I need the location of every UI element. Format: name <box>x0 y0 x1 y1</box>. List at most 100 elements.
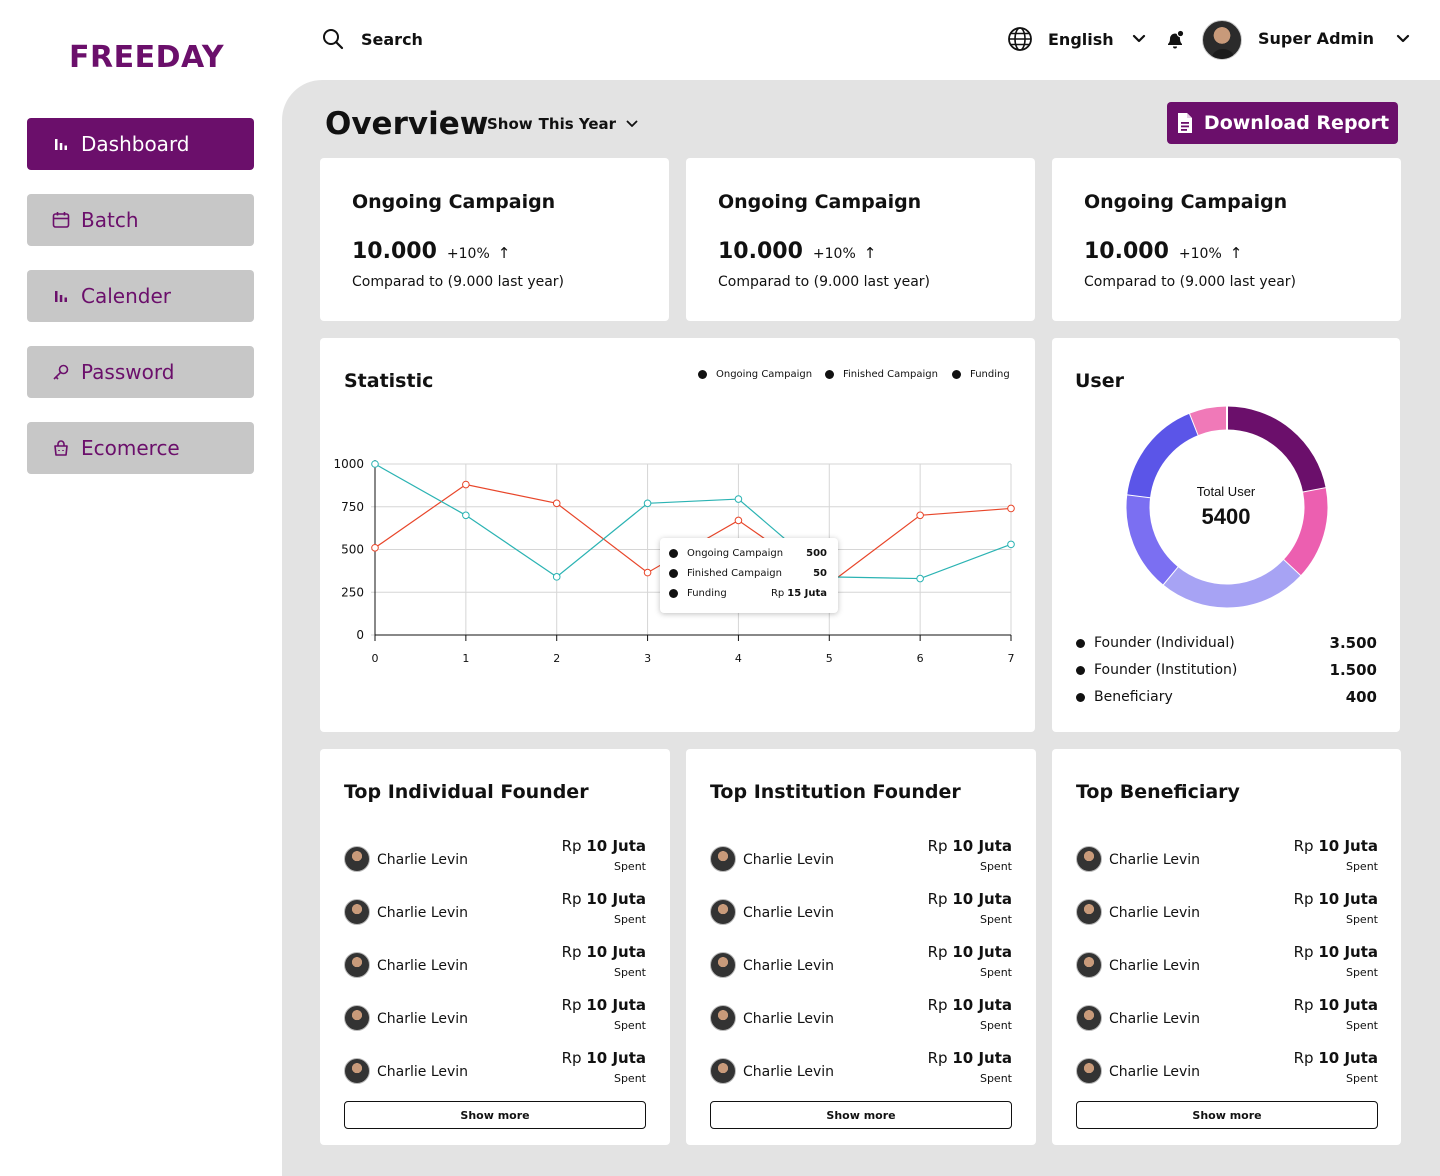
amount-value: 10 Juta <box>1318 1049 1378 1067</box>
avatar <box>1076 1005 1102 1031</box>
search-box[interactable]: Search <box>322 28 423 50</box>
chevron-down-icon <box>1132 34 1146 44</box>
list-item[interactable]: Charlie Levin Rp 10 Juta Spent <box>710 943 1012 983</box>
y-tick-label: 500 <box>341 543 364 557</box>
kpi-value-row: 10.000 +10% ↑ <box>1084 239 1242 264</box>
sidebar-item-dashboard[interactable]: Dashboard <box>27 118 254 170</box>
kpi-value-row: 10.000 +10% ↑ <box>718 239 876 264</box>
show-more-button[interactable]: Show more <box>1076 1101 1378 1129</box>
list-item[interactable]: Charlie Levin Rp 10 Juta Spent <box>710 890 1012 930</box>
amount-prefix: Rp <box>927 1049 948 1067</box>
show-more-button[interactable]: Show more <box>710 1101 1012 1129</box>
data-point <box>371 543 379 552</box>
list-item-amount: Rp 10 Juta <box>562 943 646 961</box>
kpi-card: Ongoing Campaign 10.000 +10% ↑ Comparad … <box>320 158 669 321</box>
amount-prefix: Rp <box>561 837 582 855</box>
list-item-amount: Rp 10 Juta <box>562 837 646 855</box>
bar-chart-icon <box>52 135 70 153</box>
y-tick-label: 750 <box>341 500 364 514</box>
list-item[interactable]: Charlie Levin Rp 10 Juta Spent <box>1076 890 1378 930</box>
amount-value: 10 Juta <box>952 837 1012 855</box>
data-point <box>1007 540 1015 549</box>
tooltip-value: 500 <box>806 548 827 559</box>
amount-prefix: Rp <box>1293 890 1314 908</box>
sidebar-item-calender[interactable]: Calender <box>27 270 254 322</box>
x-tick-label: 3 <box>644 652 651 665</box>
sidebar-item-label: Password <box>81 360 175 384</box>
user-avatar[interactable] <box>1202 20 1242 60</box>
kpi-title: Ongoing Campaign <box>352 191 556 213</box>
data-point <box>462 480 470 489</box>
notification-bell-icon[interactable] <box>1164 29 1186 56</box>
amount-prefix: Rp <box>1293 837 1314 855</box>
amount-prefix: Rp <box>561 996 582 1014</box>
list-item-name: Charlie Levin <box>743 1064 835 1080</box>
tooltip-value: 15 Juta <box>787 588 827 599</box>
avatar <box>344 952 370 978</box>
language-selector[interactable]: English <box>1007 26 1146 52</box>
amount-prefix: Rp <box>1293 943 1314 961</box>
list-item-note: Spent <box>979 860 1012 873</box>
sidebar-item-batch[interactable]: Batch <box>27 194 254 246</box>
period-filter[interactable]: Show This Year <box>487 115 638 133</box>
shopping-bag-icon <box>52 439 70 457</box>
kpi-compare: Comparad to (9.000 last year) <box>352 274 565 290</box>
user-menu[interactable]: Super Admin <box>1258 29 1410 48</box>
kpi-title: Ongoing Campaign <box>718 191 922 213</box>
sidebar-item-password[interactable]: Password <box>27 346 254 398</box>
show-more-button[interactable]: Show more <box>344 1101 646 1129</box>
list-item[interactable]: Charlie Levin Rp 10 Juta Spent <box>344 837 646 877</box>
list-title: Top Individual Founder <box>344 781 589 803</box>
list-item-amount: Rp 10 Juta <box>928 1049 1012 1067</box>
avatar <box>344 1005 370 1031</box>
data-point <box>916 574 924 583</box>
list-item-note: Spent <box>1345 966 1378 979</box>
document-icon <box>1176 112 1194 134</box>
amount-prefix: Rp <box>561 890 582 908</box>
amount-value: 10 Juta <box>586 943 646 961</box>
list-item[interactable]: Charlie Levin Rp 10 Juta Spent <box>710 1049 1012 1089</box>
tooltip-value-prefix: Rp <box>770 588 785 599</box>
list-item[interactable]: Charlie Levin Rp 10 Juta Spent <box>710 996 1012 1036</box>
top-individual-founder-card: Top Individual Founder Charlie Levin Rp 10… <box>320 749 670 1145</box>
list-item-note: Spent <box>979 1019 1012 1032</box>
amount-value: 10 Juta <box>952 943 1012 961</box>
amount-prefix: Rp <box>1293 1049 1314 1067</box>
list-item[interactable]: Charlie Levin Rp 10 Juta Spent <box>344 1049 646 1089</box>
list-item[interactable]: Charlie Levin Rp 10 Juta Spent <box>344 943 646 983</box>
amount-prefix: Rp <box>1293 996 1314 1014</box>
x-tick-label: 5 <box>826 652 833 665</box>
list-item-name: Charlie Levin <box>743 958 835 974</box>
amount-prefix: Rp <box>927 890 948 908</box>
list-item[interactable]: Charlie Levin Rp 10 Juta Spent <box>1076 943 1378 983</box>
list-item-note: Spent <box>1345 860 1378 873</box>
user-legend-label: Beneficiary <box>1094 689 1173 705</box>
arrow-up-icon: ↑ <box>497 244 511 262</box>
amount-value: 10 Juta <box>952 890 1012 908</box>
list-item-note: Spent <box>1345 1019 1378 1032</box>
list-item[interactable]: Charlie Levin Rp 10 Juta Spent <box>344 890 646 930</box>
line-chart: 0 250 500 750 1000 0 1 2 3 4 5 6 7 <box>333 457 1015 665</box>
donut-segment <box>1226 406 1326 493</box>
list-item-name: Charlie Levin <box>743 852 835 868</box>
kpi-title: Ongoing Campaign <box>1084 191 1288 213</box>
amount-value: 10 Juta <box>586 890 646 908</box>
list-item-amount: Rp 10 Juta <box>1294 996 1378 1014</box>
list-item[interactable]: Charlie Levin Rp 10 Juta Spent <box>1076 837 1378 877</box>
kpi-value: 10.000 <box>718 239 803 264</box>
sidebar-item-ecomerce[interactable]: Ecomerce <box>27 422 254 474</box>
amount-value: 10 Juta <box>1318 996 1378 1014</box>
amount-value: 10 Juta <box>586 837 646 855</box>
list-item[interactable]: Charlie Levin Rp 10 Juta Spent <box>344 996 646 1036</box>
list-item[interactable]: Charlie Levin Rp 10 Juta Spent <box>1076 1049 1378 1089</box>
list-item-note: Spent <box>979 966 1012 979</box>
avatar <box>1076 1058 1102 1084</box>
list-item[interactable]: Charlie Levin Rp 10 Juta Spent <box>710 837 1012 877</box>
list-item-amount: Rp 10 Juta <box>928 837 1012 855</box>
x-tick-label: 1 <box>462 652 469 665</box>
list-item[interactable]: Charlie Levin Rp 10 Juta Spent <box>1076 996 1378 1036</box>
search-icon <box>322 28 344 50</box>
kpi-change: +10% <box>1178 246 1222 262</box>
data-point <box>643 568 652 577</box>
download-report-button[interactable]: Download Report <box>1167 102 1398 144</box>
